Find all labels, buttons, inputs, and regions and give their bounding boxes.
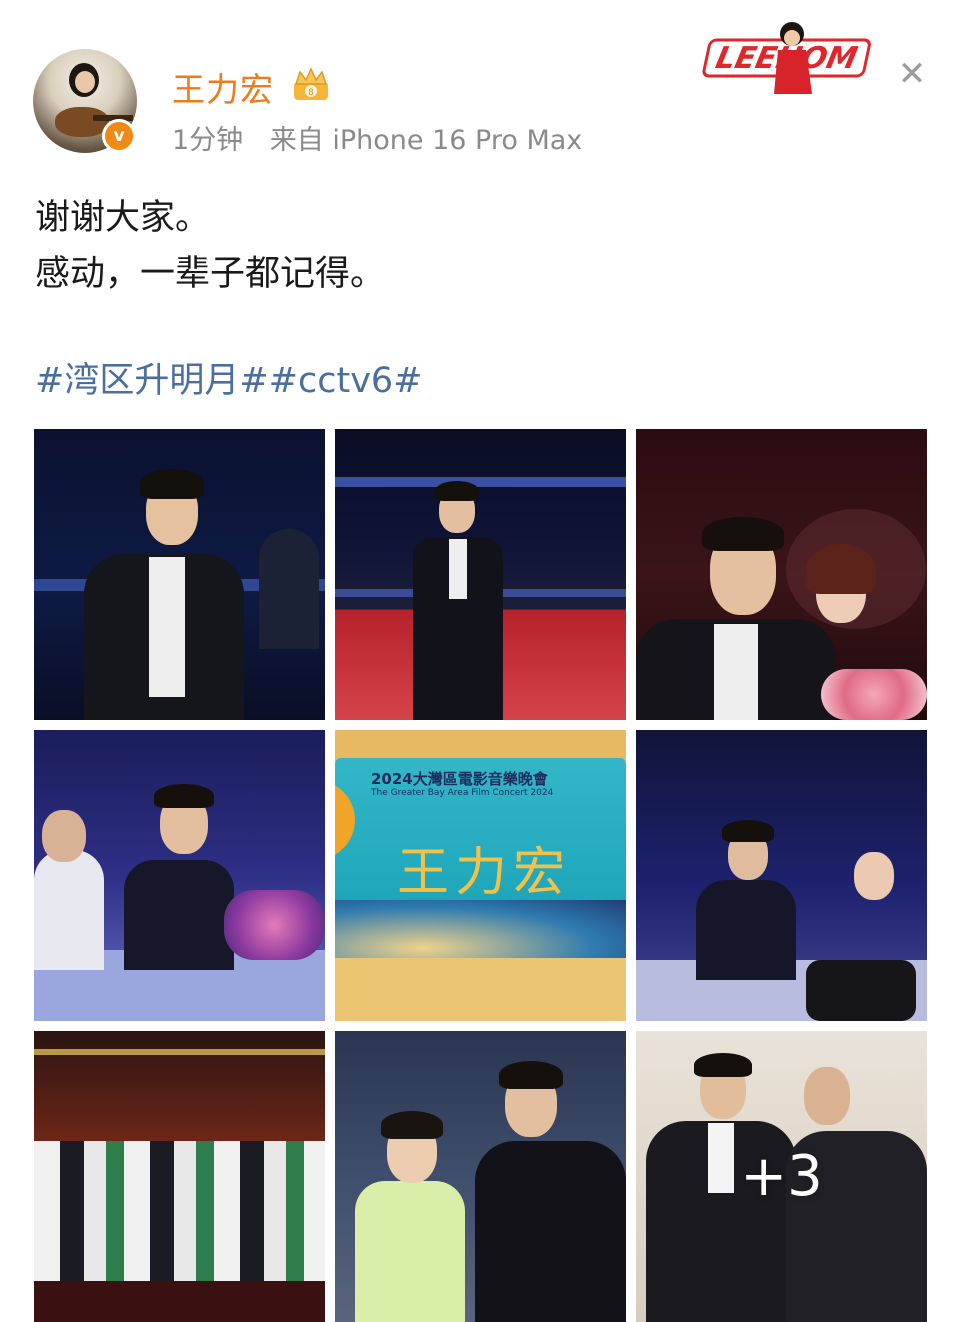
leehom-sticker: LEEHOM [702, 22, 871, 94]
woman-hair [806, 544, 876, 594]
stage-lights [34, 1049, 325, 1055]
post-meta: 1分钟 来自 iPhone 16 Pro Max [172, 118, 600, 157]
performer-shirt [449, 539, 467, 599]
performer-shirt [149, 557, 185, 697]
hashtags-link[interactable]: #湾区升明月##cctv6# [35, 352, 423, 403]
man-shirt [475, 1141, 626, 1322]
performer-hair [722, 820, 774, 842]
close-icon[interactable]: ✕ [896, 57, 928, 91]
banner-title-en: The Greater Bay Area Film Concert 2024 [371, 788, 554, 798]
performer-suit [696, 880, 796, 980]
performer-shirt [714, 624, 758, 720]
more-photos-count[interactable]: +3 [636, 1031, 927, 1322]
person-left [34, 850, 104, 970]
camera [806, 960, 916, 1021]
avatar-guitar [55, 107, 109, 137]
banner-floor [335, 958, 626, 1021]
stage-light [335, 477, 626, 487]
banner-clouds [335, 900, 626, 960]
flowers [224, 890, 324, 960]
post-line: 感动，一辈子都记得。 [35, 254, 386, 294]
performer-suit [124, 860, 234, 970]
photo-5-banner[interactable]: 2024大灣區電影音樂晚會 The Greater Bay Area Film … [335, 730, 626, 1021]
post-line: 谢谢大家。 [35, 198, 211, 238]
photo-2[interactable] [335, 429, 626, 720]
performer-hair [435, 481, 479, 501]
banner-title-cn: 2024大灣區電影音樂晚會 [371, 770, 548, 788]
person-left-face [42, 810, 86, 862]
background-person [259, 529, 319, 649]
flowers [821, 669, 927, 720]
banner-name: 王力宏 [397, 843, 572, 903]
girl-hair [381, 1111, 443, 1139]
post-time: 1分钟 [172, 125, 244, 156]
photo-1[interactable] [34, 429, 325, 720]
girl-jacket [355, 1181, 465, 1322]
photo-4[interactable] [34, 730, 325, 1021]
verified-badge-icon: v [102, 119, 136, 153]
svg-text:8: 8 [308, 88, 314, 98]
woman-face [854, 852, 894, 900]
performer-hair [154, 784, 214, 808]
performer-hair [702, 517, 784, 551]
post-text: 谢谢大家。 感动，一辈子都记得。 [35, 190, 385, 302]
avatar-face [75, 71, 95, 93]
stage-floor [34, 1281, 325, 1322]
crown-badge-icon[interactable]: 8 [290, 66, 332, 102]
man-hair [499, 1061, 563, 1089]
performer-hair [140, 469, 204, 499]
post-source: 来自 iPhone 16 Pro Max [269, 125, 583, 156]
photo-9[interactable]: +3 [636, 1031, 927, 1322]
photo-7[interactable] [34, 1031, 325, 1322]
photo-6[interactable] [636, 730, 927, 1021]
group [34, 1141, 325, 1281]
photo-3[interactable] [636, 429, 927, 720]
username[interactable]: 王力宏 [172, 63, 274, 111]
photo-8[interactable] [335, 1031, 626, 1322]
